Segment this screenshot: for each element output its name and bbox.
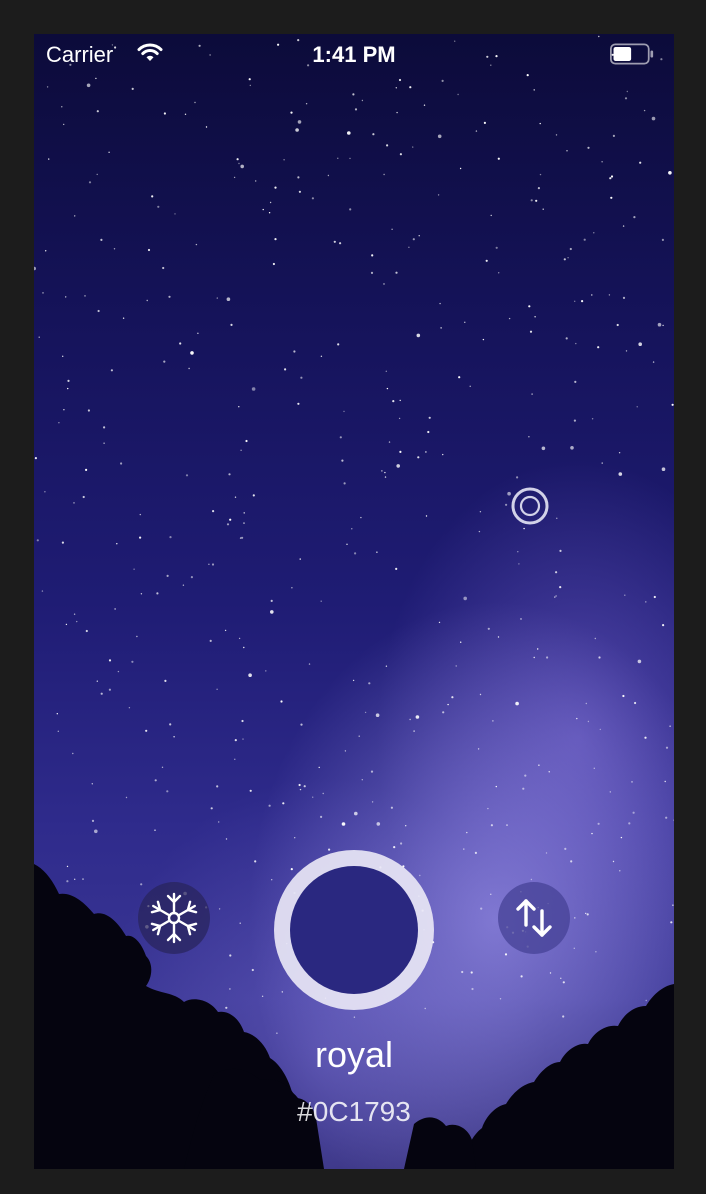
swap-arrows-icon [516,899,552,937]
capture-color-button[interactable] [274,850,434,1010]
freeze-button[interactable] [138,882,210,954]
target-reticle-icon[interactable] [511,487,549,525]
color-swatch [290,866,418,994]
swap-button[interactable] [498,882,570,954]
color-name-label: royal [314,1034,394,1075]
battery-icon [610,43,654,65]
color-hex-label: #0C1793 [297,1096,411,1127]
snowflake-icon [149,892,199,944]
status-bar: Carrier 1:41 PM [34,34,674,78]
camera-viewfinder[interactable]: Carrier 1:41 PM royal #0C1793 [34,34,674,1169]
status-time: 1:41 PM [312,42,396,67]
